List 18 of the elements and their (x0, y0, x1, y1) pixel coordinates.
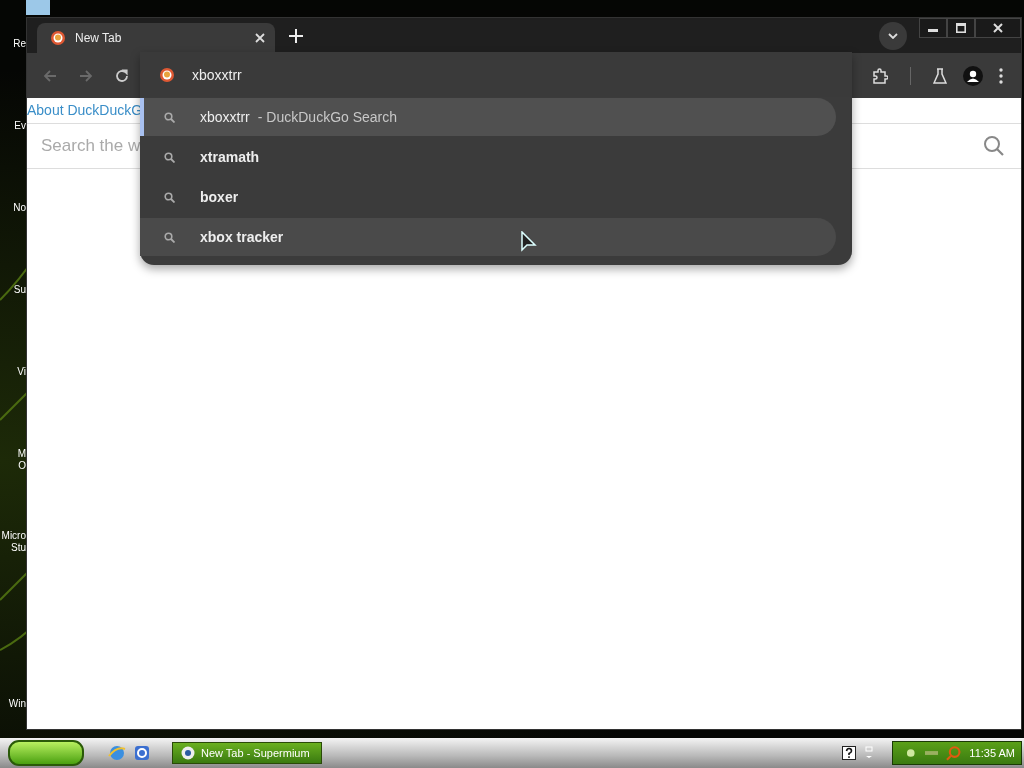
desktop-icon-label: M (17, 448, 26, 460)
desktop-icon-label: Win (8, 698, 26, 710)
suggestion-source: - DuckDuckGo Search (257, 109, 398, 125)
desktop-icon-label: Micro (1, 530, 26, 542)
suggestion-text: xbox tracker (200, 229, 284, 245)
suggestion-text: xboxxtrr (200, 109, 250, 125)
desktop-icon-label: Vi (17, 366, 26, 378)
desktop-icon-label: O (18, 460, 26, 472)
desktop-icon-label: Ev (14, 120, 26, 132)
desktop-icon-label: Re (13, 38, 26, 50)
desktop-icon-label: No (13, 202, 26, 214)
desktop-icon-label: Su (13, 284, 26, 296)
clock: 11:35 AM (969, 747, 1015, 759)
tab-title: New Tab (75, 31, 123, 45)
desktop-icon-label: Stu (11, 542, 26, 554)
task-title: New Tab - Supermium (201, 747, 310, 759)
suggestion-text: xtramath (200, 149, 260, 165)
suggestion-text: boxer (200, 189, 239, 205)
